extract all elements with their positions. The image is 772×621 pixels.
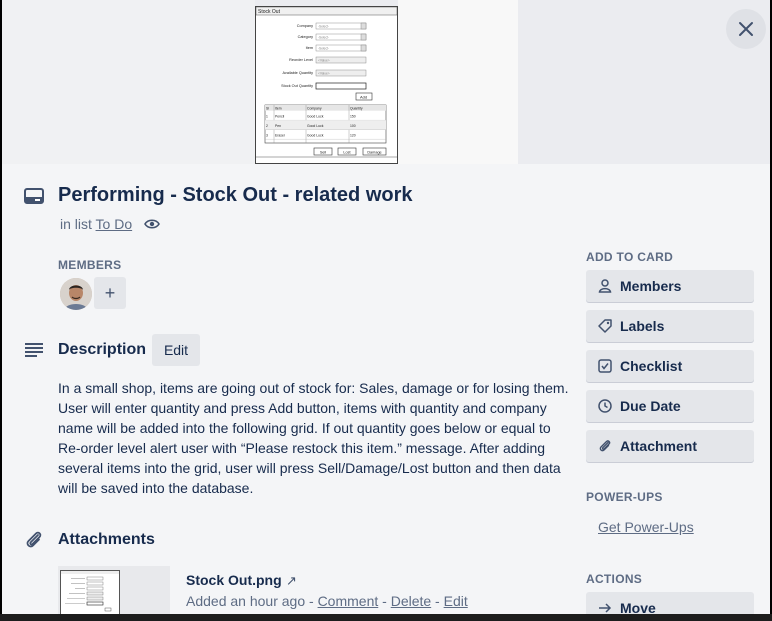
bottom-strip (0, 614, 772, 621)
mock-dropdown-arrow (360, 33, 367, 41)
mock-grid-cell: Eraser (275, 134, 286, 138)
mock-grid-cell: 120 (350, 134, 356, 138)
mock-field-label: Category (298, 35, 314, 39)
edit-description-button[interactable]: Edit (152, 334, 200, 366)
due-date-button[interactable]: Due Date (586, 390, 754, 422)
in-list-text: in list To Do (60, 216, 133, 232)
mock-grid-cell: Good Luck (307, 124, 324, 128)
members-button[interactable]: Members (586, 270, 754, 302)
mock-grid-header: Company (307, 106, 322, 110)
actions-label: ACTIONS (586, 572, 643, 586)
get-power-ups-link[interactable]: Get Power-Ups (598, 519, 694, 535)
mock-add-button: Add (360, 95, 367, 100)
add-to-card-label: ADD TO CARD (586, 250, 674, 264)
attachment-thumbnail[interactable] (58, 566, 170, 614)
mock-dropdown-arrow (360, 44, 367, 52)
cover-image[interactable]: Stock Out Company -Select- Category -Select… (255, 6, 398, 164)
mock-window-title: Stock Out (258, 9, 281, 15)
mock-action-label: Damage (367, 150, 381, 154)
paperclip-icon (598, 439, 612, 453)
card-detail-modal: Stock Out Company -Select- Category -Select… (2, 0, 770, 614)
clock-icon (598, 399, 612, 413)
attachment-button[interactable]: Attachment (586, 430, 754, 462)
mock-grid-header-bg (265, 105, 386, 111)
mock-grid-cell: 3 (266, 134, 268, 138)
edit-attachment-link[interactable]: Edit (444, 593, 468, 609)
checklist-button[interactable]: Checklist (586, 350, 754, 382)
thumbnail-mockup (61, 571, 119, 612)
mock-field-label: Available Quantity (282, 71, 313, 75)
mock-dropdown-arrow (360, 22, 367, 30)
mock-grid-header: Sl (266, 106, 269, 110)
members-label: MEMBERS (58, 258, 122, 272)
move-button[interactable]: Move (586, 592, 754, 614)
avatar[interactable] (60, 278, 92, 310)
mock-field-label: Stock Out Quantity (281, 84, 313, 88)
card-cover: Stock Out Company -Select- Category -Select… (2, 0, 770, 164)
mock-grid-cell: 100 (350, 124, 356, 128)
mock-field-label: Company (297, 24, 313, 28)
labels-button[interactable]: Labels (586, 310, 754, 342)
attachment-name[interactable]: Stock Out.png (186, 572, 282, 588)
delete-link[interactable]: Delete (391, 593, 431, 609)
description-title: Description (58, 341, 147, 358)
mock-field-placeholder: -Select- (318, 24, 329, 28)
description-icon (25, 343, 43, 357)
description-text[interactable]: In a small shop, items are going out of … (58, 378, 578, 498)
avatar-image (60, 278, 92, 310)
mock-grid-cell: Pencil (275, 115, 284, 119)
mock-grid-cell: 1 (266, 115, 268, 119)
power-ups-label: POWER-UPS (586, 490, 663, 504)
mock-action-label: Lost (343, 150, 351, 154)
person-icon (598, 279, 612, 293)
mock-grid-cell: 150 (350, 115, 356, 119)
stock-out-mockup: Stock Out Company -Select- Category -Select… (255, 6, 398, 158)
card-icon (24, 188, 44, 204)
close-button[interactable] (726, 9, 766, 49)
tag-icon (598, 319, 612, 333)
open-external-icon[interactable]: ↗ (286, 573, 297, 589)
list-link[interactable]: To Do (96, 216, 133, 232)
mock-action-label: Sell (320, 150, 326, 154)
arrow-right-icon (598, 601, 612, 614)
mock-grid-cell: 2 (266, 124, 268, 128)
close-icon (739, 22, 753, 36)
mock-grid-cell: Pen (275, 124, 281, 128)
mock-grid-row-bg (265, 120, 386, 130)
card-title[interactable]: Performing - Stock Out - related work (58, 184, 413, 207)
watch-eye-icon[interactable] (144, 217, 160, 231)
mock-grid-cell: Good Luck (307, 115, 324, 119)
mock-field-placeholder: -Select- (318, 35, 329, 39)
mock-grid-header: Quantity (350, 106, 363, 110)
mock-field-box (315, 82, 367, 90)
add-member-button[interactable]: + (94, 277, 126, 309)
mock-field-label: Item (306, 46, 313, 50)
attachment-meta: Added an hour ago - Comment - Delete - E… (186, 593, 468, 609)
mock-field-label: Reorder Level (289, 58, 313, 62)
paperclip-icon (26, 531, 42, 548)
mock-field-placeholder: <Value> (318, 71, 330, 75)
mock-field-placeholder: -Select- (318, 46, 329, 50)
mock-grid-header: Item (275, 106, 282, 110)
mock-field-placeholder: <Value> (318, 58, 330, 62)
checkbox-icon (598, 359, 612, 373)
attachments-title: Attachments (58, 531, 155, 548)
mock-grid-cell: Good Luck (307, 134, 324, 138)
comment-link[interactable]: Comment (318, 593, 379, 609)
